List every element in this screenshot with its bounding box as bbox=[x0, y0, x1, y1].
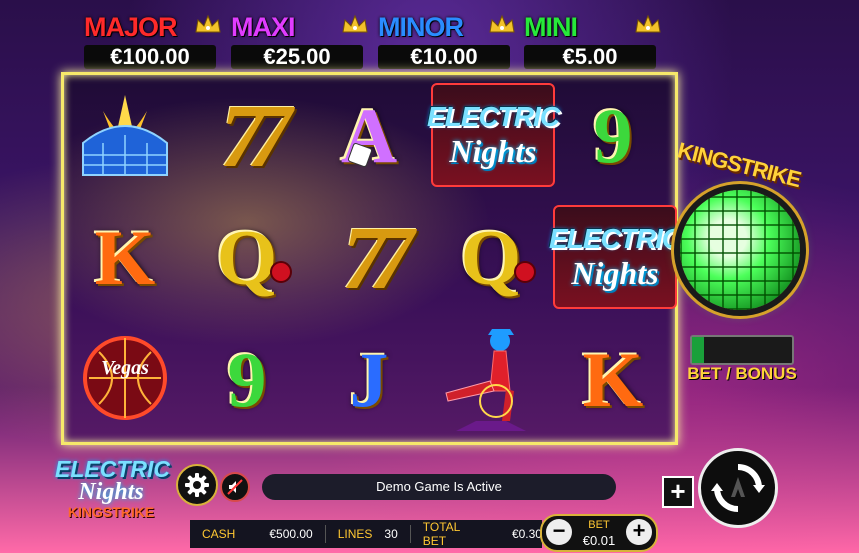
logo-line1: ELECTRIC bbox=[55, 456, 170, 482]
spin-arrows-icon bbox=[711, 464, 765, 512]
seven-glyph: 77 bbox=[220, 86, 292, 186]
nine-letter: 9 bbox=[227, 336, 267, 423]
queen-letter: Q bbox=[460, 214, 522, 301]
wild-line2: Nights bbox=[449, 132, 537, 169]
reel-2: 77 Q 9 bbox=[186, 75, 308, 442]
gear-icon bbox=[185, 473, 209, 497]
queen-letter: Q bbox=[216, 214, 278, 301]
king-symbol: K bbox=[64, 197, 186, 319]
cash-value: €500.00 bbox=[269, 527, 313, 541]
electric-nights-wild-symbol: ELECTRIC Nights bbox=[427, 83, 560, 187]
cash-label: CASH bbox=[202, 527, 236, 541]
jackpot-value: €10.00 bbox=[378, 45, 510, 69]
rose-icon bbox=[516, 263, 534, 281]
bet-bonus-fill bbox=[692, 337, 704, 363]
crown-icon bbox=[489, 14, 515, 33]
total-bet-label: TOTAL BET bbox=[422, 520, 460, 548]
jackpot-mini: MINI €5.00 bbox=[524, 12, 661, 72]
lines-value: 30 bbox=[384, 527, 398, 541]
king-letter: K bbox=[582, 336, 644, 423]
crown-icon bbox=[342, 14, 368, 33]
game-logo: ELECTRIC Nights KINGSTRIKE bbox=[55, 456, 170, 541]
jackpot-value: €5.00 bbox=[524, 45, 656, 69]
sound-toggle-button[interactable] bbox=[220, 472, 250, 502]
reel-3: A 77 J bbox=[308, 75, 430, 442]
lines-label: LINES bbox=[337, 527, 373, 541]
logo-line2: Nights bbox=[78, 479, 144, 505]
reel-area: K Vegas 77 Q 9 A 77 J ELECTRIC Nights Q … bbox=[61, 72, 682, 445]
bet-bonus-label: BET / BONUS bbox=[687, 364, 797, 383]
bet-bonus-meter bbox=[690, 335, 794, 365]
crown-icon bbox=[635, 14, 661, 33]
queen-symbol: Q bbox=[430, 197, 552, 319]
king-symbol: K bbox=[552, 319, 674, 441]
total-bet-value: €0.30 bbox=[511, 527, 542, 541]
jack-letter: J bbox=[349, 336, 389, 423]
wild-line2: Nights bbox=[571, 254, 659, 291]
stats-bar: CASH €500.00 LINES 30 TOTAL BET €0.30 bbox=[190, 520, 542, 548]
jackpot-name: MINI bbox=[524, 12, 578, 42]
jackpot-name: MINOR bbox=[378, 12, 464, 42]
wild-line1: ELECTRIC bbox=[549, 222, 682, 254]
jackpot-value: €100.00 bbox=[84, 45, 216, 69]
showgirl-headdress-symbol bbox=[64, 75, 186, 197]
reel-4: ELECTRIC Nights Q bbox=[427, 75, 560, 442]
jackpot-major: MAJOR €100.00 bbox=[84, 12, 221, 72]
seven-symbol: 77 bbox=[308, 197, 430, 319]
crown-icon bbox=[195, 14, 221, 33]
electric-nights-wild-symbol: ELECTRIC Nights bbox=[549, 205, 682, 309]
vegas-text: Vegas bbox=[101, 357, 149, 379]
ace-letter: A bbox=[340, 92, 398, 179]
seven-symbol: 77 bbox=[186, 75, 308, 197]
vegas-balloon-symbol: Vegas bbox=[64, 319, 186, 441]
jackpot-name: MAXI bbox=[231, 12, 295, 42]
message-bar: Demo Game Is Active bbox=[262, 474, 616, 500]
logo-line3: KINGSTRIKE bbox=[67, 504, 155, 520]
nine-letter: 9 bbox=[593, 92, 633, 179]
jack-symbol: J bbox=[308, 319, 430, 441]
queen-symbol: Q bbox=[186, 197, 308, 319]
autoplay-plus-button[interactable]: + bbox=[662, 476, 694, 508]
seven-glyph: 77 bbox=[342, 208, 414, 308]
divider bbox=[324, 525, 326, 543]
sound-muted-icon bbox=[227, 479, 243, 495]
jackpot-name: MAJOR bbox=[84, 12, 178, 42]
reel-5: 9 ELECTRIC Nights K bbox=[549, 75, 682, 442]
nine-symbol: 9 bbox=[186, 319, 308, 441]
increase-bet-button[interactable]: + bbox=[626, 519, 652, 545]
jackpot-value: €25.00 bbox=[231, 45, 363, 69]
cowgirl-symbol bbox=[430, 319, 552, 441]
disco-ball-bonus-icon[interactable] bbox=[680, 190, 800, 310]
ace-symbol: A bbox=[308, 75, 430, 197]
bet-selector: − BET €0.01 + bbox=[540, 514, 658, 552]
spin-button[interactable] bbox=[698, 448, 778, 528]
jackpot-minor: MINOR €10.00 bbox=[378, 12, 515, 72]
king-letter: K bbox=[94, 214, 156, 301]
jackpot-maxi: MAXI €25.00 bbox=[231, 12, 368, 72]
divider bbox=[409, 525, 411, 543]
settings-button[interactable] bbox=[176, 464, 218, 506]
wild-line1: ELECTRIC bbox=[427, 100, 560, 132]
rose-icon bbox=[272, 263, 290, 281]
reel-1: K Vegas bbox=[64, 75, 186, 442]
